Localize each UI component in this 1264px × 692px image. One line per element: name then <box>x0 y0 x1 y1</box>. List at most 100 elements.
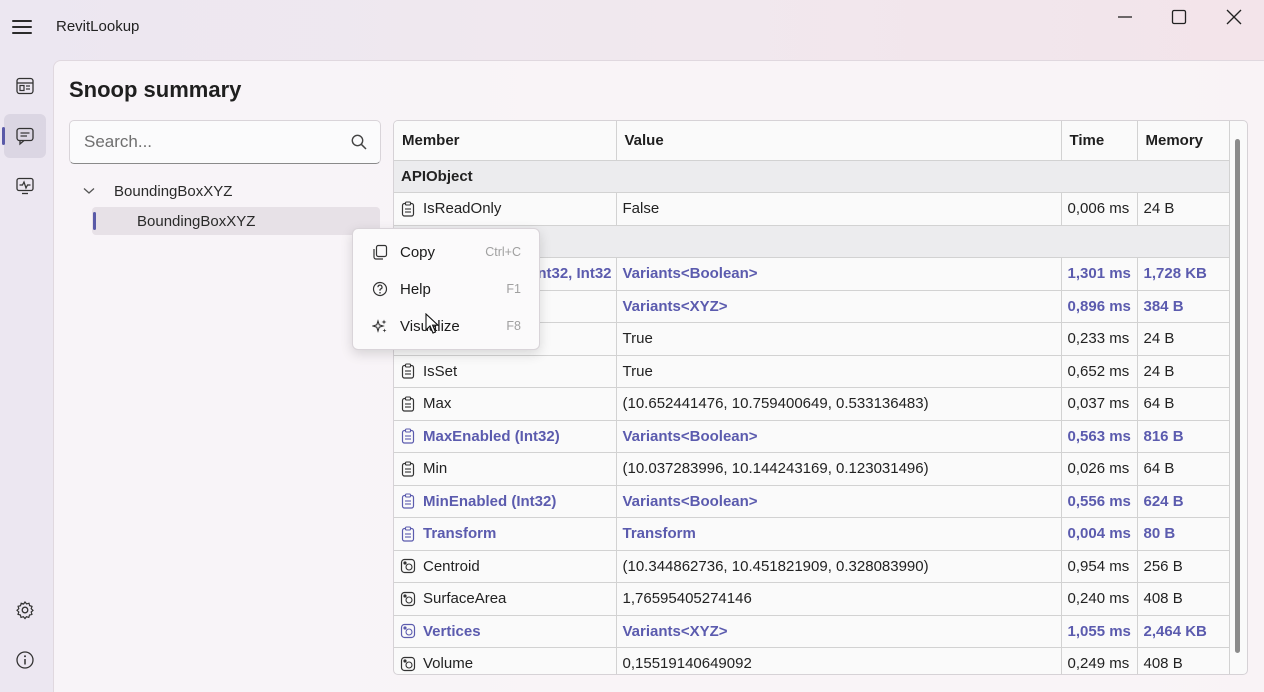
nav-about[interactable] <box>4 638 46 682</box>
member-name: IsReadOnly <box>423 200 502 218</box>
member-value: 1,76595405274146 <box>616 582 1062 616</box>
members-table: Member Value Time Memory APIObject IsRea… <box>393 120 1248 675</box>
member-memory: 256 B <box>1137 550 1230 583</box>
nav-settings[interactable] <box>4 588 46 632</box>
member-name: MaxEnabled (Int32) <box>423 427 560 445</box>
member-memory: 80 B <box>1137 517 1230 551</box>
tree-root-label: BoundingBoxXYZ <box>114 182 233 200</box>
property-icon <box>401 363 415 379</box>
member-memory: 24 B <box>1137 355 1230 388</box>
member-time: 0,954 ms <box>1061 550 1138 583</box>
member-name: Max <box>423 395 452 413</box>
tree-item-root[interactable]: BoundingBoxXYZ <box>82 179 232 203</box>
help-icon <box>370 281 390 297</box>
menu-item-shortcut: F8 <box>506 319 521 333</box>
member-name: Vertices <box>423 622 481 640</box>
tree-item-child-selected[interactable]: BoundingBoxXYZ <box>92 207 380 235</box>
chevron-down-icon[interactable] <box>82 187 96 195</box>
member-memory: 408 B <box>1137 582 1230 616</box>
nav-dashboard[interactable] <box>4 64 46 108</box>
selection-indicator <box>93 212 96 230</box>
monitor-icon <box>16 177 34 195</box>
hamburger-menu-icon[interactable] <box>10 16 34 38</box>
property-icon <box>401 526 415 542</box>
member-name: Volume <box>423 655 474 673</box>
table-row[interactable]: MinEnabled (Int32) Variants<Boolean> 0,5… <box>394 485 1230 518</box>
column-header-member[interactable]: Member <box>394 121 617 161</box>
table-scrollbar[interactable] <box>1235 139 1240 653</box>
mouse-cursor-icon <box>425 313 439 334</box>
extension-icon <box>400 624 416 639</box>
member-memory: 1,728 KB <box>1137 257 1230 291</box>
property-icon <box>401 461 415 477</box>
table-row[interactable]: Max (10.652441476, 10.759400649, 0.53313… <box>394 387 1230 421</box>
column-header-value[interactable]: Value <box>616 121 1062 161</box>
member-value: (10.652441476, 10.759400649, 0.533136483… <box>616 387 1062 421</box>
search-icon[interactable] <box>350 133 368 151</box>
extension-icon <box>400 591 416 606</box>
active-indicator <box>2 127 5 145</box>
member-value: Variants<XYZ> <box>616 615 1062 648</box>
member-value: True <box>616 322 1062 356</box>
table-row[interactable]: Min (10.037283996, 10.144243169, 0.12303… <box>394 452 1230 486</box>
info-icon <box>16 651 34 669</box>
member-memory: 2,464 KB <box>1137 615 1230 648</box>
member-time: 1,055 ms <box>1061 615 1138 648</box>
table-row[interactable]: Volume 0,15519140649092 0,249 ms 408 B <box>394 647 1230 674</box>
member-value: Variants<Boolean> <box>616 257 1062 291</box>
minimize-button[interactable] <box>1110 4 1140 30</box>
nav-monitor[interactable] <box>4 164 46 208</box>
table-row[interactable]: IsReadOnly False 0,006 ms 24 B <box>394 192 1230 226</box>
maximize-button[interactable] <box>1164 4 1194 30</box>
copy-icon <box>370 244 390 260</box>
menu-item-label: Help <box>400 280 431 298</box>
table-header-row: Member Value Time Memory <box>394 121 1230 161</box>
member-value: Variants<Boolean> <box>616 485 1062 518</box>
table-row[interactable]: IsSet True 0,652 ms 24 B <box>394 355 1230 388</box>
menu-item-shortcut: Ctrl+C <box>485 245 521 259</box>
member-time: 0,240 ms <box>1061 582 1138 616</box>
member-time: 0,249 ms <box>1061 647 1138 674</box>
member-name: Centroid <box>423 557 480 575</box>
table-row[interactable]: Centroid (10.344862736, 10.451821909, 0.… <box>394 550 1230 583</box>
table-row[interactable]: MaxEnabled (Int32) Variants<Boolean> 0,5… <box>394 420 1230 453</box>
close-button[interactable] <box>1219 4 1249 30</box>
member-memory: 816 B <box>1137 420 1230 453</box>
table-row[interactable]: SurfaceArea 1,76595405274146 0,240 ms 40… <box>394 582 1230 616</box>
member-time: 0,233 ms <box>1061 322 1138 356</box>
group-row-apiobject[interactable]: APIObject <box>394 160 1230 193</box>
tree-child-label: BoundingBoxXYZ <box>137 212 256 230</box>
member-time: 0,037 ms <box>1061 387 1138 421</box>
member-time: 0,563 ms <box>1061 420 1138 453</box>
nav-snoop-summary[interactable] <box>2 114 46 158</box>
menu-item-copy[interactable]: Copy Ctrl+C <box>357 235 537 269</box>
minimize-icon <box>1118 16 1132 18</box>
member-name: nt32, Int32 <box>537 265 612 283</box>
member-value: False <box>616 192 1062 226</box>
member-time: 0,004 ms <box>1061 517 1138 551</box>
close-icon <box>1226 9 1242 25</box>
column-header-memory[interactable]: Memory <box>1137 121 1230 161</box>
member-memory: 384 B <box>1137 290 1230 323</box>
menu-item-visualize[interactable]: Visualize F8 <box>357 309 537 343</box>
member-memory: 24 B <box>1137 192 1230 226</box>
menu-item-help[interactable]: Help F1 <box>357 272 537 306</box>
property-icon <box>401 428 415 444</box>
member-name: IsSet <box>423 362 458 380</box>
settings-icon <box>16 601 34 620</box>
member-memory: 64 B <box>1137 452 1230 486</box>
column-header-time[interactable]: Time <box>1061 121 1138 161</box>
member-time: 0,006 ms <box>1061 192 1138 226</box>
member-memory: 624 B <box>1137 485 1230 518</box>
table-row[interactable]: Transform Transform 0,004 ms 80 B <box>394 517 1230 551</box>
member-memory: 64 B <box>1137 387 1230 421</box>
member-value: 0,15519140649092 <box>616 647 1062 674</box>
dashboard-icon <box>16 77 34 95</box>
extension-icon <box>400 559 416 574</box>
member-memory: 24 B <box>1137 322 1230 356</box>
table-row[interactable]: Vertices Variants<XYZ> 1,055 ms 2,464 KB <box>394 615 1230 648</box>
extension-icon <box>400 656 416 671</box>
search-input[interactable] <box>70 132 330 152</box>
menu-item-label: Copy <box>400 243 436 261</box>
content-panel: Snoop summary BoundingBoxXYZ BoundingBox… <box>53 60 1264 692</box>
